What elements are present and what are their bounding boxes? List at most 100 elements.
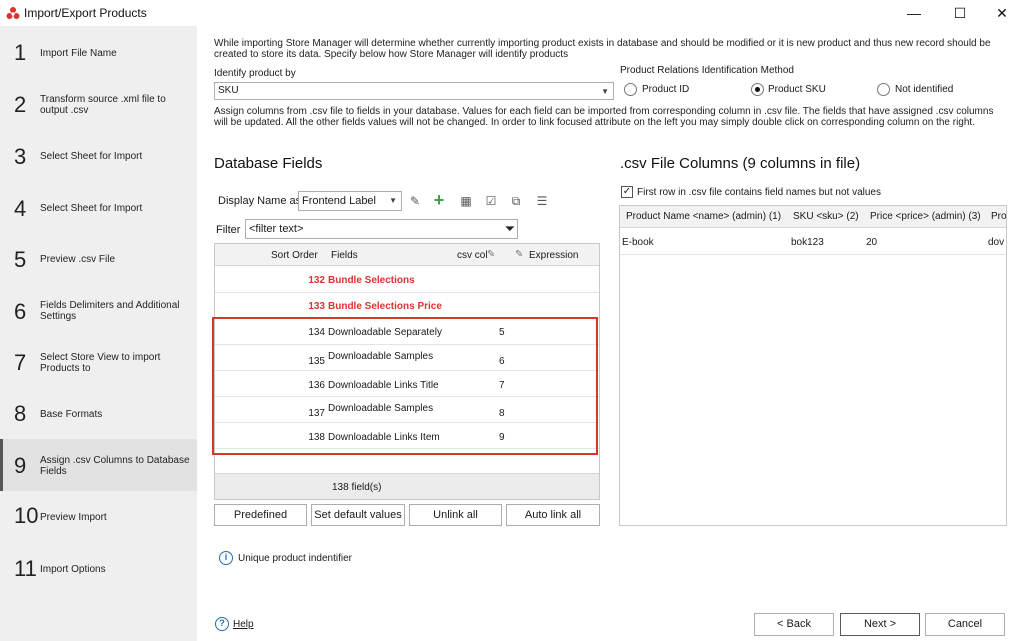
title-bar: Import/Export Products — ☐ ✕ bbox=[0, 0, 1024, 26]
step-number: 4 bbox=[14, 196, 27, 221]
next-button[interactable]: Next > bbox=[840, 613, 920, 636]
csv-columns-title: .csv File Columns (9 columns in file) bbox=[620, 155, 861, 172]
field-count: 138 field(s) bbox=[332, 482, 382, 493]
grid-header: Sort Order Fields csv col ✎ ✎ Expression bbox=[215, 244, 599, 266]
radio-product-sku[interactable] bbox=[751, 83, 764, 96]
step-import-file-name[interactable]: 1 Import File Name bbox=[0, 27, 197, 79]
field-name-cell: Bundle Selections bbox=[328, 275, 415, 286]
step-label: Assign .csv Columns to Database Fields bbox=[40, 455, 190, 477]
cancel-button[interactable]: Cancel bbox=[925, 613, 1005, 636]
step-label: Select Store View to import Products to bbox=[40, 352, 161, 374]
minimize-button[interactable]: — bbox=[892, 0, 936, 26]
step-number: 10 bbox=[14, 503, 39, 528]
display-name-select[interactable]: Frontend Label ▼ bbox=[298, 191, 402, 211]
step-label: Select Sheet for Import bbox=[40, 151, 143, 162]
add-icon[interactable]: + bbox=[429, 190, 449, 210]
csv-table-row[interactable]: E-book bok123 20 dov bbox=[620, 229, 1006, 255]
radio-product-id[interactable] bbox=[624, 83, 637, 96]
sort-order-cell: 133 bbox=[308, 301, 325, 312]
sort-order-cell: 132 bbox=[308, 275, 325, 286]
identify-product-label: Identify product by bbox=[214, 68, 296, 79]
step-fields-delimiters[interactable]: 6 Fields Delimiters and Additional Setti… bbox=[0, 286, 197, 338]
identify-product-select[interactable]: SKU ▼ bbox=[214, 82, 614, 100]
step-preview-csv[interactable]: 5 Preview .csv File bbox=[0, 234, 197, 286]
assign-instructions-text: Assign columns from .csv file to fields … bbox=[214, 106, 994, 128]
radio-not-identified[interactable] bbox=[877, 83, 890, 96]
csv-column-header[interactable]: Product Name <name> (admin) (1) bbox=[626, 211, 781, 222]
step-label: Transform source .xml file to output .cs… bbox=[40, 94, 166, 116]
auto-link-all-button[interactable]: Auto link all bbox=[506, 504, 600, 526]
back-button[interactable]: < Back bbox=[754, 613, 834, 636]
column-header-csv-col[interactable]: csv col bbox=[457, 250, 488, 261]
step-number: 6 bbox=[14, 299, 27, 324]
maximize-button[interactable]: ☐ bbox=[938, 0, 982, 26]
predefined-button[interactable]: Predefined bbox=[214, 504, 307, 526]
chevron-down-icon: ▼ bbox=[389, 196, 397, 205]
step-select-store-view[interactable]: 7 Select Store View to import Products t… bbox=[0, 337, 197, 389]
database-fields-title: Database Fields bbox=[214, 155, 323, 172]
pencil-icon: ✎ bbox=[487, 249, 496, 260]
first-row-label: First row in .csv file contains field na… bbox=[637, 187, 881, 198]
wizard-steps-sidebar: 1 Import File Name 2 Transform source .x… bbox=[0, 26, 197, 641]
csv-columns-grid: Product Name <name> (admin) (1) SKU <sku… bbox=[619, 205, 1007, 526]
radio-not-identified-label: Not identified bbox=[895, 84, 954, 95]
csv-column-header[interactable]: SKU <sku> (2) bbox=[793, 211, 859, 222]
step-label: Fields Delimiters and Additional Setting… bbox=[40, 300, 180, 322]
column-header-sort-order[interactable]: Sort Order bbox=[271, 250, 318, 261]
link-icon[interactable]: ⧉ bbox=[506, 191, 526, 211]
radio-product-id-label: Product ID bbox=[642, 84, 690, 95]
display-name-label: Display Name as bbox=[218, 195, 302, 207]
column-header-fields[interactable]: Fields bbox=[331, 250, 358, 261]
filter-input[interactable]: <filter text> ⏷ bbox=[245, 219, 518, 239]
csv-cell: E-book bbox=[622, 237, 654, 248]
table-row[interactable]: 132 Bundle Selections bbox=[215, 267, 599, 293]
filter-list-icon[interactable]: ☰ bbox=[532, 191, 552, 211]
close-button[interactable]: ✕ bbox=[980, 0, 1024, 26]
check-list-icon[interactable]: ☑ bbox=[481, 191, 501, 211]
step-number: 9 bbox=[14, 453, 27, 478]
unique-identifier-text: Unique product indentifier bbox=[238, 553, 352, 564]
csv-cell: bok123 bbox=[791, 237, 824, 248]
window-title: Import/Export Products bbox=[24, 6, 147, 20]
filter-placeholder: <filter text> bbox=[249, 223, 304, 235]
columns-icon[interactable]: ▦ bbox=[456, 191, 476, 211]
csv-column-header[interactable]: Pro bbox=[991, 211, 1006, 222]
step-label: Import Options bbox=[40, 564, 106, 575]
grid-footer: 138 field(s) bbox=[215, 473, 599, 499]
csv-column-header[interactable]: Price <price> (admin) (3) bbox=[870, 211, 981, 222]
app-logo-icon bbox=[6, 7, 20, 19]
step-number: 2 bbox=[14, 92, 27, 117]
step-number: 8 bbox=[14, 401, 27, 426]
csv-cell: dov bbox=[988, 237, 1005, 248]
step-label: Select Sheet for Import bbox=[40, 203, 143, 214]
unlink-all-button[interactable]: Unlink all bbox=[409, 504, 502, 526]
step-base-formats[interactable]: 8 Base Formats bbox=[0, 388, 197, 440]
help-link[interactable]: Help bbox=[233, 619, 254, 630]
edit-pencil-icon[interactable]: ✎ bbox=[405, 191, 425, 211]
column-header-expression[interactable]: Expression bbox=[529, 250, 578, 261]
step-label: Base Formats bbox=[40, 409, 103, 420]
chevron-down-icon: ▼ bbox=[601, 87, 609, 96]
display-name-value: Frontend Label bbox=[302, 195, 376, 207]
identify-product-value: SKU bbox=[218, 85, 239, 96]
step-select-sheet-2[interactable]: 4 Select Sheet for Import bbox=[0, 183, 197, 235]
step-assign-columns[interactable]: 9 Assign .csv Columns to Database Fields bbox=[0, 439, 197, 491]
step-number: 1 bbox=[14, 40, 27, 65]
table-row[interactable]: 133 Bundle Selections Price bbox=[215, 293, 599, 319]
step-preview-import[interactable]: 10 Preview Import bbox=[0, 492, 197, 544]
first-row-checkbox[interactable]: ✓ bbox=[621, 186, 633, 198]
highlight-box bbox=[212, 317, 598, 455]
csv-cell: 20 bbox=[866, 237, 878, 248]
field-name-cell: Bundle Selections Price bbox=[328, 301, 442, 312]
help-icon[interactable]: ? bbox=[215, 617, 229, 631]
step-label: Import File Name bbox=[40, 48, 117, 59]
step-select-sheet-1[interactable]: 3 Select Sheet for Import bbox=[0, 131, 197, 183]
clear-filter-icon[interactable]: ⏷ bbox=[505, 221, 515, 237]
info-icon: i bbox=[219, 551, 233, 565]
step-label: Preview Import bbox=[40, 512, 107, 523]
step-label: Preview .csv File bbox=[40, 254, 116, 265]
set-default-values-button[interactable]: Set default values bbox=[311, 504, 405, 526]
step-import-options[interactable]: 11 Import Options bbox=[0, 543, 197, 595]
pencil-icon: ✎ bbox=[515, 249, 524, 260]
step-transform-source[interactable]: 2 Transform source .xml file to output .… bbox=[0, 79, 197, 131]
